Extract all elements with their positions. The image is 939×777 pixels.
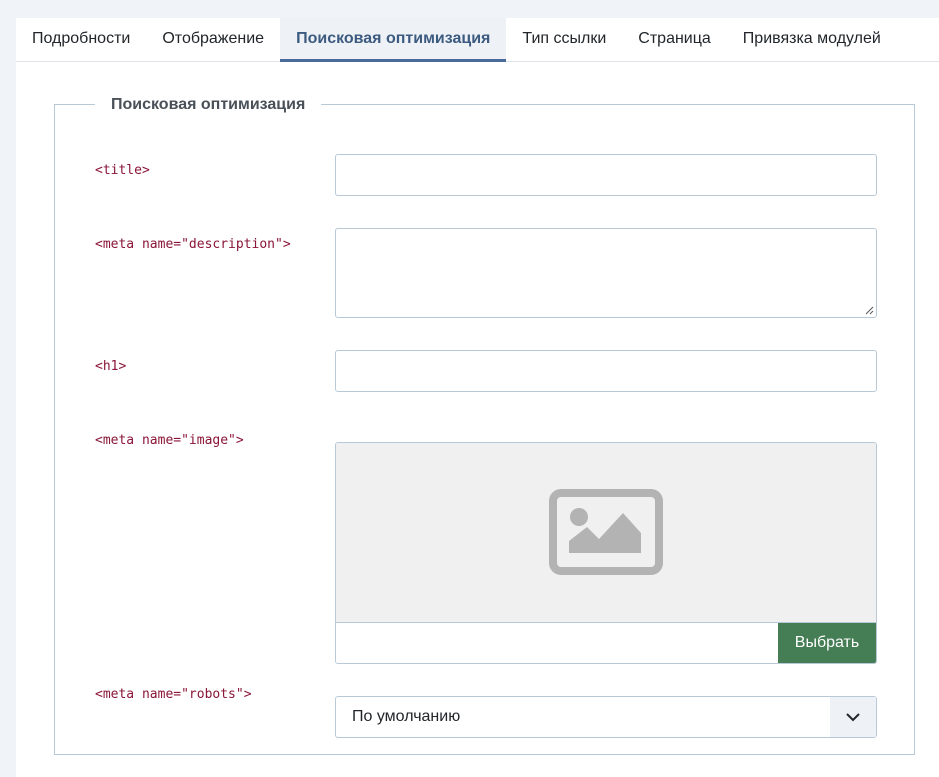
robots-select[interactable]: По умолчанию [335, 696, 877, 738]
description-label: <meta name="description"> [95, 237, 291, 252]
image-label: <meta name="image"> [95, 433, 244, 448]
tab-seo[interactable]: Поисковая оптимизация [280, 18, 507, 62]
tab-details[interactable]: Подробности [16, 18, 146, 62]
image-preview [336, 443, 876, 623]
seo-fieldset: Поисковая оптимизация <title> <meta name… [54, 95, 915, 755]
image-placeholder-icon [549, 489, 663, 575]
chevron-down-icon [846, 713, 860, 722]
h1-label: <h1> [95, 359, 127, 374]
robots-label: <meta name="robots"> [95, 687, 252, 702]
description-textarea[interactable] [335, 228, 877, 318]
resize-grip-icon[interactable] [864, 305, 874, 315]
tab-bar: Подробности Отображение Поисковая оптими… [16, 18, 939, 62]
fieldset-legend: Поисковая оптимизация [95, 95, 322, 115]
image-path-input[interactable] [336, 623, 778, 663]
select-image-button[interactable]: Выбрать [778, 623, 876, 663]
tab-display[interactable]: Отображение [146, 18, 280, 62]
select-arrow[interactable] [830, 697, 876, 737]
h1-input[interactable] [335, 350, 877, 392]
image-media-field: Выбрать [335, 442, 877, 664]
title-label: <title> [95, 163, 150, 178]
tab-link-type[interactable]: Тип ссылки [506, 18, 622, 62]
edit-panel: Подробности Отображение Поисковая оптими… [16, 18, 939, 777]
robots-selected-value: По умолчанию [352, 708, 461, 725]
tab-module-assignment[interactable]: Привязка модулей [727, 18, 897, 62]
title-input[interactable] [335, 154, 877, 196]
tab-page[interactable]: Страница [622, 18, 727, 62]
